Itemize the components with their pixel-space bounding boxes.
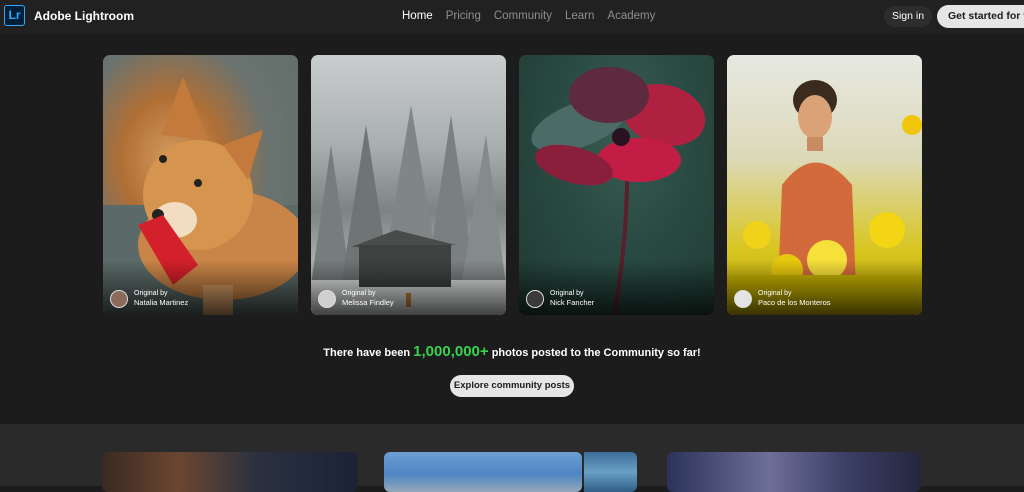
nav-community[interactable]: Community xyxy=(494,10,552,22)
author-name[interactable]: Natalia Martinez xyxy=(134,298,188,307)
stat-count: 1,000,000+ xyxy=(413,343,489,360)
explore-community-button[interactable]: Explore community posts xyxy=(450,375,574,397)
card-shade xyxy=(103,260,298,315)
nav-home[interactable]: Home xyxy=(402,10,433,22)
top-navigation-bar: Lr Adobe Lightroom Home Pricing Communit… xyxy=(0,0,1024,34)
photo-card-dog[interactable]: Original by Natalia Martinez xyxy=(103,55,298,315)
original-by-label: Original by xyxy=(550,290,584,297)
sign-in-button[interactable]: Sign in xyxy=(884,6,932,27)
nav-learn[interactable]: Learn xyxy=(565,10,594,22)
brand-name[interactable]: Adobe Lightroom xyxy=(34,9,134,23)
stat-prefix: There have been xyxy=(323,347,414,359)
author-name[interactable]: Melissa Findley xyxy=(342,298,394,307)
author-avatar[interactable] xyxy=(526,290,544,308)
main-nav: Home Pricing Community Learn Academy xyxy=(402,10,668,22)
card-shade xyxy=(519,260,714,315)
card-shade xyxy=(311,260,506,315)
author-avatar[interactable] xyxy=(110,290,128,308)
feature-thumbnail-2-strip[interactable] xyxy=(584,452,637,492)
feature-thumbnail-2[interactable] xyxy=(384,452,582,492)
nav-academy[interactable]: Academy xyxy=(607,10,655,22)
author-name[interactable]: Nick Fancher xyxy=(550,298,594,307)
get-started-button[interactable]: Get started for free xyxy=(937,5,1024,28)
author-name[interactable]: Paco de los Monteros xyxy=(758,298,831,307)
feature-thumbnail-1[interactable] xyxy=(102,452,358,492)
stat-suffix: photos posted to the Community so far! xyxy=(488,347,701,359)
original-by-label: Original by xyxy=(342,290,376,297)
photo-card-portrait[interactable]: Original by Paco de los Monteros xyxy=(727,55,922,315)
original-by-label: Original by xyxy=(134,290,168,297)
community-stat: There have been 1,000,000+ photos posted… xyxy=(0,343,1024,360)
author-avatar[interactable] xyxy=(734,290,752,308)
original-by-label: Original by xyxy=(758,290,792,297)
lightroom-logo-icon[interactable]: Lr xyxy=(4,5,25,26)
photo-card-flower[interactable]: Original by Nick Fancher xyxy=(519,55,714,315)
nav-pricing[interactable]: Pricing xyxy=(446,10,481,22)
feature-thumbnail-3[interactable] xyxy=(667,452,921,492)
author-avatar[interactable] xyxy=(318,290,336,308)
photo-card-snow-cabin[interactable]: Original by Melissa Findley xyxy=(311,55,506,315)
